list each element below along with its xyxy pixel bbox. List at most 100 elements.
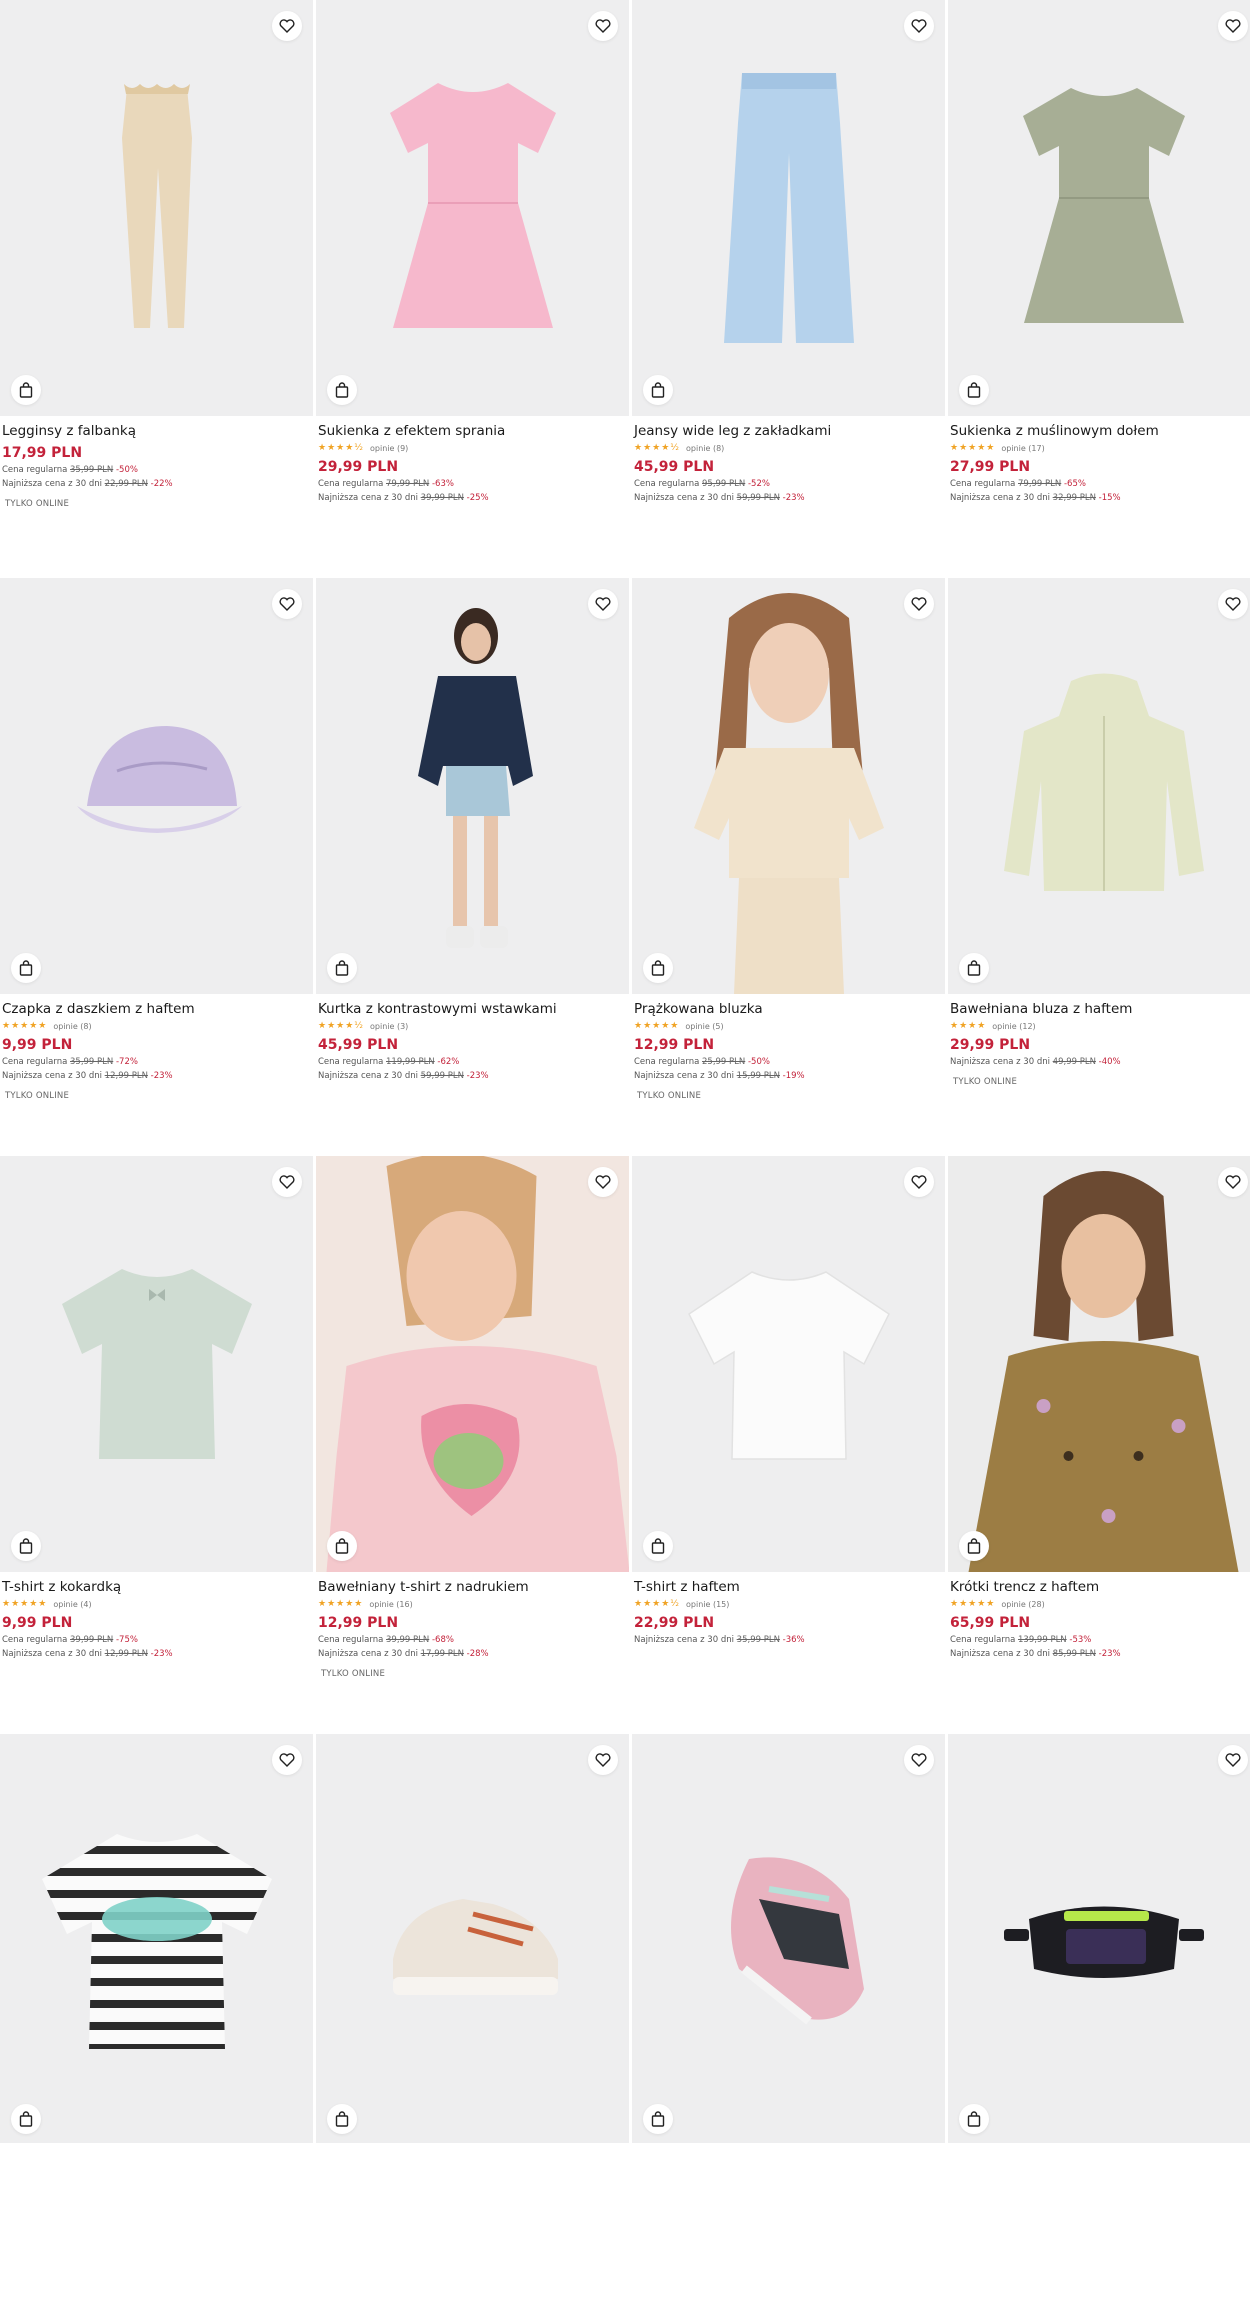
- product-card[interactable]: Jeansy wide leg z zakładkami ★★★★½ opinie…: [632, 0, 945, 578]
- heart-icon[interactable]: [904, 1745, 934, 1775]
- online-only-badge: TYLKO ONLINE: [5, 1091, 70, 1101]
- shopping-bag-icon[interactable]: [643, 1531, 673, 1561]
- heart-icon[interactable]: [1218, 1745, 1248, 1775]
- shopping-bag-icon[interactable]: [959, 953, 989, 983]
- rating: ★★★★ opinie (12): [950, 1021, 1250, 1032]
- product-card[interactable]: Czapka z daszkiem z haftem ★★★★★ opinie (…: [0, 578, 313, 1156]
- heart-icon[interactable]: [904, 589, 934, 619]
- reviews-count[interactable]: opinie (28): [1001, 1600, 1044, 1609]
- lowest-price-line: Najniższa cena z 30 dni 32,99 PLN -15%: [950, 493, 1121, 503]
- product-card[interactable]: Sukienka z efektem sprania ★★★★½ opinie (…: [316, 0, 629, 578]
- product-image[interactable]: [0, 578, 313, 994]
- product-card[interactable]: Bawełniana bluza z haftem ★★★★ opinie (12…: [948, 578, 1250, 1156]
- product-title[interactable]: Prążkowana bluzka: [634, 1001, 943, 1018]
- product-image[interactable]: [316, 0, 629, 416]
- rating-stars: ★★★★★: [950, 443, 996, 453]
- heart-icon[interactable]: [588, 1167, 618, 1197]
- shopping-bag-icon[interactable]: [327, 1531, 357, 1561]
- shopping-bag-icon[interactable]: [643, 375, 673, 405]
- product-image[interactable]: [0, 1734, 313, 2143]
- shopping-bag-icon[interactable]: [643, 2104, 673, 2134]
- product-image[interactable]: [948, 1734, 1250, 2143]
- reviews-count[interactable]: opinie (15): [686, 1600, 729, 1609]
- product-card[interactable]: Prążkowana bluzka ★★★★★ opinie (5) 12,99 …: [632, 578, 945, 1156]
- product-image[interactable]: [948, 1156, 1250, 1572]
- reviews-count[interactable]: opinie (8): [53, 1022, 91, 1031]
- reviews-count[interactable]: opinie (12): [992, 1022, 1035, 1031]
- product-image[interactable]: [316, 578, 629, 994]
- product-image[interactable]: [632, 0, 945, 416]
- product-image[interactable]: [948, 578, 1250, 994]
- product-card[interactable]: T-shirt z haftem ★★★★½ opinie (15) 22,99 …: [632, 1156, 945, 1734]
- product-image[interactable]: [948, 0, 1250, 416]
- shopping-bag-icon[interactable]: [959, 2104, 989, 2134]
- reviews-count[interactable]: opinie (9): [370, 444, 408, 453]
- reviews-count[interactable]: opinie (5): [685, 1022, 723, 1031]
- heart-icon[interactable]: [904, 1167, 934, 1197]
- product-card[interactable]: Krótki trencz z haftem ★★★★★ opinie (28) …: [948, 1156, 1250, 1734]
- heart-icon[interactable]: [272, 1167, 302, 1197]
- product-card[interactable]: [632, 1734, 945, 2312]
- heart-icon[interactable]: [1218, 589, 1248, 619]
- product-card[interactable]: Sukienka z muślinowym dołem ★★★★★ opinie …: [948, 0, 1250, 578]
- heart-icon[interactable]: [904, 11, 934, 41]
- heart-icon[interactable]: [588, 1745, 618, 1775]
- shopping-bag-icon[interactable]: [11, 953, 41, 983]
- heart-icon[interactable]: [1218, 1167, 1248, 1197]
- reviews-count[interactable]: opinie (16): [369, 1600, 412, 1609]
- product-image[interactable]: [0, 0, 313, 416]
- product-image[interactable]: [632, 1734, 945, 2143]
- heart-icon[interactable]: [1218, 11, 1248, 41]
- hoodie-image: [1003, 673, 1204, 891]
- product-card[interactable]: [316, 1734, 629, 2312]
- online-only-badge: TYLKO ONLINE: [321, 1669, 386, 1679]
- product-image[interactable]: [316, 1156, 629, 1572]
- heart-icon[interactable]: [588, 11, 618, 41]
- product-title[interactable]: Sukienka z efektem sprania: [318, 423, 627, 440]
- shopping-bag-icon[interactable]: [11, 2104, 41, 2134]
- product-image[interactable]: [316, 1734, 629, 2143]
- lowest-price-line: Najniższa cena z 30 dni 85,99 PLN -23%: [950, 1649, 1121, 1659]
- product-card[interactable]: Kurtka z kontrastowymi wstawkami ★★★★½ op…: [316, 578, 629, 1156]
- product-image[interactable]: [0, 1156, 313, 1572]
- product-title[interactable]: Jeansy wide leg z zakładkami: [634, 423, 943, 440]
- product-card[interactable]: Legginsy z falbanką 17,99 PLN Cena regul…: [0, 0, 313, 578]
- shopping-bag-icon[interactable]: [643, 953, 673, 983]
- shopping-bag-icon[interactable]: [327, 2104, 357, 2134]
- shopping-bag-icon[interactable]: [959, 1531, 989, 1561]
- shopping-bag-icon[interactable]: [11, 375, 41, 405]
- rating: ★★★★½ opinie (8): [634, 443, 943, 454]
- shopping-bag-icon[interactable]: [327, 953, 357, 983]
- shopping-bag-icon[interactable]: [959, 375, 989, 405]
- shopping-bag-icon[interactable]: [11, 1531, 41, 1561]
- product-title[interactable]: T-shirt z haftem: [634, 1579, 943, 1596]
- lowest-price-line: Najniższa cena z 30 dni 15,99 PLN -19%: [634, 1071, 805, 1081]
- reviews-count[interactable]: opinie (17): [1001, 444, 1044, 453]
- product-title[interactable]: Kurtka z kontrastowymi wstawkami: [318, 1001, 627, 1018]
- leggings-image: [121, 84, 192, 328]
- product-image[interactable]: [632, 578, 945, 994]
- reviews-count[interactable]: opinie (8): [686, 444, 724, 453]
- reviews-count[interactable]: opinie (3): [370, 1022, 408, 1031]
- product-title[interactable]: Sukienka z muślinowym dołem: [950, 423, 1250, 440]
- product-image[interactable]: [632, 1156, 945, 1572]
- lowest-price-line: Najniższa cena z 30 dni 59,99 PLN -23%: [318, 1071, 489, 1081]
- product-title[interactable]: Bawełniana bluza z haftem: [950, 1001, 1250, 1018]
- product-title[interactable]: Krótki trencz z haftem: [950, 1579, 1250, 1596]
- product-card[interactable]: Bawełniany t-shirt z nadrukiem ★★★★★ opin…: [316, 1156, 629, 1734]
- heart-icon[interactable]: [272, 589, 302, 619]
- heart-icon[interactable]: [272, 11, 302, 41]
- product-card[interactable]: [948, 1734, 1250, 2312]
- product-title[interactable]: Legginsy z falbanką: [2, 423, 311, 440]
- reviews-count[interactable]: opinie (4): [53, 1600, 91, 1609]
- product-card[interactable]: [0, 1734, 313, 2312]
- product-price: 9,99 PLN: [2, 1037, 73, 1053]
- product-title[interactable]: Czapka z daszkiem z haftem: [2, 1001, 311, 1018]
- heart-icon[interactable]: [588, 589, 618, 619]
- product-title[interactable]: Bawełniany t-shirt z nadrukiem: [318, 1579, 627, 1596]
- shopping-bag-icon[interactable]: [327, 375, 357, 405]
- heart-icon[interactable]: [272, 1745, 302, 1775]
- rating: ★★★★★ opinie (5): [634, 1021, 943, 1032]
- product-card[interactable]: T-shirt z kokardką ★★★★★ opinie (4) 9,99 …: [0, 1156, 313, 1734]
- product-title[interactable]: T-shirt z kokardką: [2, 1579, 311, 1596]
